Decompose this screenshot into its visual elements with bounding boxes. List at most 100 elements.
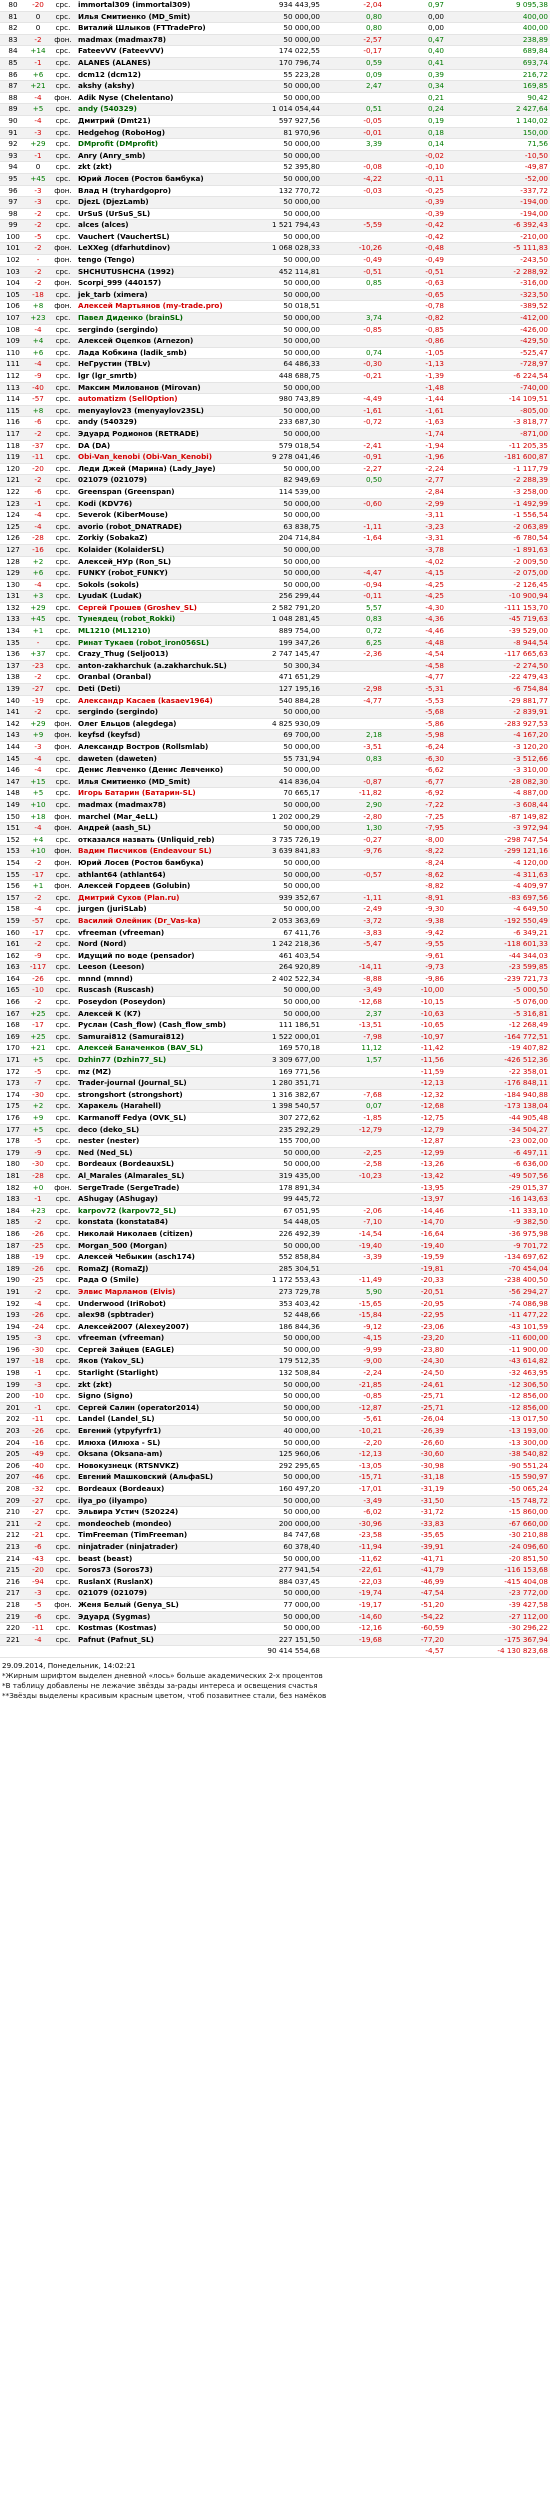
cell-total: -1,13 [384,358,446,371]
cell-day: 0,83 [322,613,384,627]
cell-profit: -13 300,00 [446,1437,550,1450]
cell-capital: 81 970,96 [246,127,322,140]
cell-type: срс. [50,1240,76,1253]
cell-change: +2 [26,556,50,569]
cell-capital: 111 186,51 [246,1019,322,1032]
cell-name: Алексей Оцепков (Arnezon) [76,335,246,348]
cell-name: Александр Востров (Rollsmlab) [76,741,246,754]
cell-name: andy (540329) [76,103,246,116]
cell-rank: 179 [0,1147,26,1160]
cell-profit: -2 126,45 [446,579,550,592]
cell-name: Сергей Зайцев (EAGLE) [76,1344,246,1357]
cell-name: anton-zakharchuk (a.zakharchuk.SL) [76,660,246,673]
cell-type: срс. [50,1251,76,1264]
cell-total: 0,34 [384,80,446,93]
table-row: 153 +10 фон. Вадим Писчиков (Endeavour SL) 3… [0,845,550,858]
cell-day: 1,57 [322,1054,384,1067]
cell-profit: -19 407,82 [446,1042,550,1056]
cell-change: +29 [26,138,50,151]
cell-change: -4 [26,115,50,128]
cell-day: -12,87 [322,1402,384,1415]
cell-capital: 50 000,00 [246,1344,322,1357]
cell-change: -27 [26,1506,50,1519]
cell-profit: -52,00 [446,173,550,186]
cell-capital: 64 486,33 [246,358,322,371]
cell-name: Новокузнецк (RTSNVKZ) [76,1460,246,1473]
cell-type: срс. [50,706,76,719]
cell-change: -2 [26,266,50,279]
cell-capital: 227 151,50 [246,1634,322,1647]
cell-change: -11 [26,451,50,464]
table-row: 149 +10 срс. madmax (madmax78) 50 000,00 2,90… [0,799,550,812]
cell-change: -24 [26,1321,50,1334]
cell-name: Сергей Грошев (Groshev_SL) [76,602,246,615]
cell-total: -1,39 [384,370,446,383]
cell-profit: -111 153,70 [446,602,550,615]
table-row: 173 -7 срс. Trader-journal (Journal_SL) 1 28… [0,1077,550,1090]
cell-day [322,150,384,163]
cell-name: Сергей Салин (operator2014) [76,1402,246,1415]
cell-capital: 1 522 000,01 [246,1031,322,1044]
cell-rank: 206 [0,1460,26,1473]
cell-name: Эльвира Устич (520224) [76,1506,246,1519]
cell-day: 6,25 [322,637,384,650]
cell-day: -3,49 [322,1495,384,1508]
cell-total: -4,15 [384,567,446,580]
cell-type: фон. [50,185,76,198]
table-row: 159 -57 срс. Василий Олейник (Dr_Vas-ka) 2 0… [0,915,550,928]
cell-total: -35,65 [384,1529,446,1542]
cell-change: -2 [26,34,50,47]
cell-type: срс. [50,590,76,603]
cell-rank: 181 [0,1170,26,1183]
cell-day: 2,47 [322,80,384,93]
cell-day: -1,64 [322,532,384,545]
cell-change: +8 [26,300,50,314]
cell-profit: -74 086,98 [446,1298,550,1311]
cell-total: -20,95 [384,1298,446,1311]
cell-name: menyaylov23 (menyaylov23SL) [76,405,246,418]
cell-type: срс. [50,463,76,476]
cell-type: срс. [50,22,76,35]
cell-name: tengo (Tengo) [76,254,246,267]
table-row: 104 -2 фон. Scorpi_999 (440157) 50 000,00 0,8… [0,277,550,290]
cell-total: -9,42 [384,927,446,940]
cell-type: срс. [50,219,76,232]
table-row: 84 +14 срс. FateevVV (FateevVV) 174 022,55 -0… [0,45,550,58]
cell-capital: 174 022,55 [246,45,322,58]
cell-total: 0,21 [384,92,446,105]
cell-profit: -2 009,50 [446,556,550,569]
cell-type: срс. [50,1298,76,1311]
cell-capital: 50 000,00 [246,509,322,522]
cell-profit: -39 427,58 [446,1599,550,1612]
cell-profit: -13 017,50 [446,1413,550,1427]
cell-change: +23 [26,312,50,325]
cell-day: -0,03 [322,185,384,198]
cell-capital: 169 771,56 [246,1066,322,1079]
cell-name: FUNKY (robot_FUNKY) [76,567,246,580]
table-row: 215 -20 срс. Soros73 (Soros73) 277 941,54 -22… [0,1564,550,1577]
table-row: 154 -2 фон. Юрий Лосев (Ростов бамбука) 50 0… [0,857,550,870]
cell-type: фон. [50,718,76,731]
cell-change: +14 [26,45,50,58]
cell-rank: 180 [0,1158,26,1171]
cell-name: RuslanX (RuslanX) [76,1576,246,1589]
cell-day [322,335,384,348]
cell-capital: 186 844,36 [246,1321,322,1334]
cell-profit: -9 382,50 [446,1216,550,1229]
cell-rank: 204 [0,1437,26,1450]
cell-profit: 400,00 [446,22,550,35]
cell-change: -4 [26,903,50,916]
cell-profit: -118 601,33 [446,938,550,951]
cell-capital: 50 000,00 [246,1402,322,1415]
cell-day [322,880,384,893]
cell-total: -7,25 [384,811,446,824]
cell-total: -9,38 [384,915,446,928]
table-row: 221 -4 срс. Pafnut (Pafnut_SL) 227 151,50 -19… [0,1634,550,1647]
cell-capital: 1 172 553,43 [246,1274,322,1287]
cell-profit: -11 900,00 [446,1344,550,1357]
cell-change: +5 [26,1054,50,1067]
cell-rank: 127 [0,544,26,557]
table-row: 171 +5 срс. Dzhin77 (Dzhin77_SL) 3 309 677,0… [0,1054,550,1067]
cell-rank: 143 [0,729,26,742]
cell-change: +10 [26,799,50,812]
